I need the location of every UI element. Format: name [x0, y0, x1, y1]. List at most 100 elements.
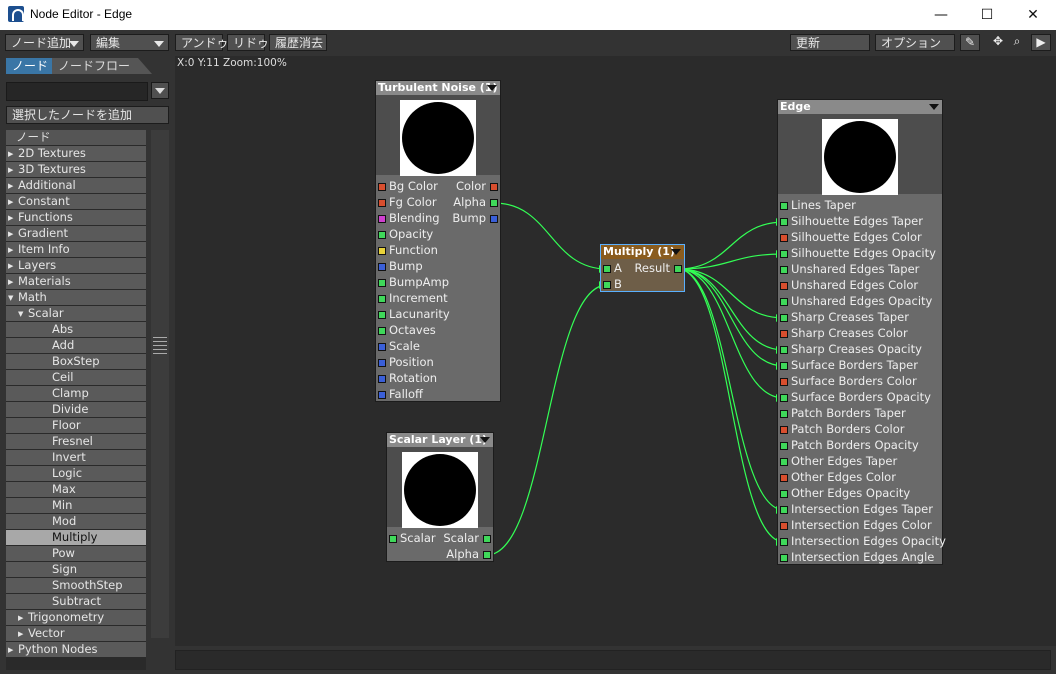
redo-button[interactable]: リドゥ — [227, 34, 269, 51]
undo-button[interactable]: アンドゥ — [175, 34, 229, 51]
port-connector[interactable] — [378, 295, 386, 303]
port-connector[interactable] — [780, 266, 788, 274]
tree-item[interactable]: Clamp — [6, 386, 146, 401]
port-connector[interactable] — [490, 183, 498, 191]
wire-result-to-edge[interactable] — [677, 268, 785, 511]
port-connector[interactable] — [780, 330, 788, 338]
search-dropdown-button[interactable] — [151, 82, 169, 99]
tree-item[interactable]: ▶ Layers — [6, 258, 146, 273]
port-connector[interactable] — [780, 458, 788, 466]
tree-item[interactable]: Abs — [6, 322, 146, 337]
input-port[interactable]: Patch Borders Taper — [780, 405, 906, 421]
input-port[interactable]: Rotation — [378, 370, 437, 386]
edge-node[interactable]: Edge Lines Taper Silhouette Edges Taper Si… — [777, 99, 946, 565]
port-connector[interactable] — [378, 343, 386, 351]
collapsed-triangle-icon[interactable]: ▶ — [8, 179, 18, 194]
tree-item[interactable]: Logic — [6, 466, 146, 481]
input-port[interactable]: Patch Borders Color — [780, 421, 904, 437]
clear-history-button[interactable]: 履歴消去 — [269, 34, 327, 51]
chevron-down-icon[interactable] — [671, 249, 681, 255]
port-connector[interactable] — [780, 426, 788, 434]
input-port[interactable]: Position — [378, 354, 434, 370]
chevron-down-icon[interactable] — [480, 437, 490, 443]
tree-item[interactable]: ▶ Python Nodes — [6, 642, 146, 657]
port-connector[interactable] — [780, 234, 788, 242]
scrollbar-thumb[interactable] — [153, 334, 167, 382]
input-port[interactable]: Octaves — [378, 322, 436, 338]
port-connector[interactable] — [780, 394, 788, 402]
wire-result-to-edge[interactable] — [677, 268, 785, 399]
maximize-button[interactable]: ☐ — [964, 0, 1010, 30]
tree-item[interactable]: ▶ 3D Textures — [6, 162, 146, 177]
output-port[interactable]: Result — [634, 260, 684, 276]
edge-node-header[interactable]: Edge — [778, 100, 942, 114]
port-connector[interactable] — [378, 311, 386, 319]
collapsed-triangle-icon[interactable]: ▶ — [8, 211, 18, 226]
port-connector[interactable] — [780, 202, 788, 210]
input-port[interactable]: Sharp Creases Color — [780, 325, 908, 341]
port-connector[interactable] — [780, 314, 788, 322]
wire-alpha-to-a[interactable] — [493, 202, 608, 270]
input-port[interactable]: Unshared Edges Color — [780, 277, 918, 293]
port-connector[interactable] — [378, 279, 386, 287]
port-connector[interactable] — [780, 538, 788, 546]
tree-item[interactable]: Divide — [6, 402, 146, 417]
wire-result-to-edge[interactable] — [677, 268, 785, 319]
input-port[interactable]: Silhouette Edges Opacity — [780, 245, 936, 261]
port-connector[interactable] — [378, 359, 386, 367]
turbulent-noise-node-header[interactable]: Turbulent Noise (1) — [376, 81, 500, 95]
port-connector[interactable] — [389, 535, 397, 543]
tree-item[interactable]: Fresnel — [6, 434, 146, 449]
collapsed-triangle-icon[interactable]: ▶ — [18, 611, 28, 626]
collapsed-triangle-icon[interactable]: ▶ — [8, 643, 18, 658]
tree-item[interactable]: ▶ Gradient — [6, 226, 146, 241]
input-port[interactable]: Silhouette Edges Taper — [780, 213, 923, 229]
tree-item[interactable]: ▶ Functions — [6, 210, 146, 225]
collapsed-triangle-icon[interactable]: ▶ — [18, 627, 28, 642]
wire-result-to-edge[interactable] — [677, 268, 785, 351]
collapsed-triangle-icon[interactable]: ▶ — [8, 259, 18, 274]
tree-item[interactable]: Multiply — [6, 530, 146, 545]
wire-result-to-edge[interactable] — [677, 268, 785, 367]
multiply-node[interactable]: Multiply (1) A B Result — [600, 244, 685, 292]
input-port[interactable]: Bg Color — [378, 178, 438, 194]
input-port[interactable]: Sharp Creases Opacity — [780, 341, 922, 357]
scalar-layer-node-header[interactable]: Scalar Layer (1) — [387, 433, 493, 447]
port-connector[interactable] — [378, 327, 386, 335]
port-connector[interactable] — [780, 346, 788, 354]
port-connector[interactable] — [780, 522, 788, 530]
input-port[interactable]: Surface Borders Color — [780, 373, 917, 389]
tree-item[interactable]: ▶ Materials — [6, 274, 146, 289]
port-connector[interactable] — [780, 506, 788, 514]
move-icon[interactable]: ✥ — [989, 34, 1007, 51]
tree-item[interactable]: ▼ Scalar — [6, 306, 146, 321]
turbulent-noise-node[interactable]: Turbulent Noise (1) Bg Color Fg Color Blen… — [375, 80, 501, 402]
port-connector[interactable] — [378, 231, 386, 239]
port-connector[interactable] — [378, 183, 386, 191]
input-port[interactable]: Other Edges Color — [780, 469, 896, 485]
input-port[interactable]: Other Edges Opacity — [780, 485, 910, 501]
port-connector[interactable] — [674, 265, 682, 273]
port-connector[interactable] — [603, 281, 611, 289]
port-connector[interactable] — [780, 282, 788, 290]
play-icon[interactable]: ▶ — [1031, 34, 1051, 51]
input-port[interactable]: Scale — [378, 338, 420, 354]
input-port[interactable]: Intersection Edges Opacity — [780, 533, 946, 549]
tree-item[interactable]: Subtract — [6, 594, 146, 609]
port-connector[interactable] — [780, 474, 788, 482]
tree-item[interactable]: SmoothStep — [6, 578, 146, 593]
collapsed-triangle-icon[interactable]: ▶ — [8, 227, 18, 242]
node-search-input[interactable] — [6, 82, 148, 101]
input-port[interactable]: Fg Color — [378, 194, 437, 210]
scalar-layer-node[interactable]: Scalar Layer (1) Scalar Scalar Alpha — [386, 432, 494, 562]
output-port[interactable]: Bump — [452, 210, 500, 226]
input-port[interactable]: Other Edges Taper — [780, 453, 897, 469]
port-connector[interactable] — [490, 199, 498, 207]
input-port[interactable]: Surface Borders Opacity — [780, 389, 931, 405]
input-port[interactable]: B — [603, 276, 622, 292]
pen-tool-icon[interactable]: ✎ — [960, 34, 980, 51]
multiply-node-header[interactable]: Multiply (1) — [601, 245, 684, 259]
tree-item[interactable]: ▶ Constant — [6, 194, 146, 209]
tree-item[interactable]: ▶ Vector — [6, 626, 146, 641]
port-connector[interactable] — [780, 442, 788, 450]
